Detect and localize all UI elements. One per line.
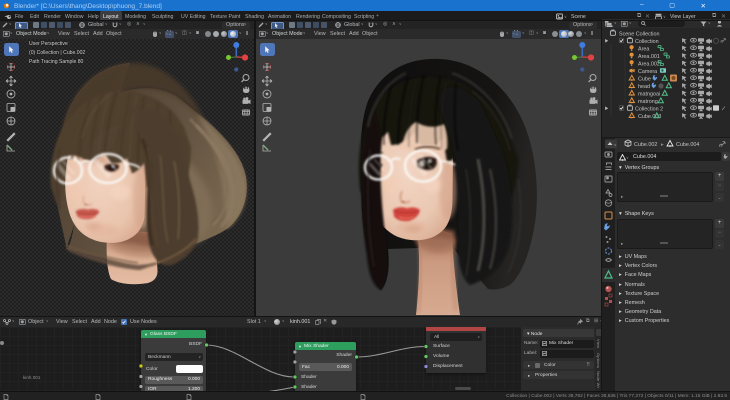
svg-text:Scene Collection: Scene Collection [619,31,659,37]
svg-text:Camera: Camera [638,69,657,75]
svg-text:Cube.002: Cube.002 [634,142,657,148]
svg-text:matrong: matrong [638,99,658,105]
svg-text:∨: ∨ [626,155,629,160]
svg-text:Collection: Collection [635,39,659,45]
svg-text:Collection 2: Collection 2 [635,106,663,112]
svg-text:▸: ▸ [661,142,664,148]
svg-text:head: head [638,84,650,90]
svg-text:Area.001: Area.001 [638,54,660,60]
svg-text:∨: ∨ [614,143,617,147]
svg-text:matngoai: matngoai [638,91,660,97]
svg-text:Area.002: Area.002 [638,61,660,67]
svg-text:Cube.004: Cube.004 [676,142,699,148]
svg-text:Area: Area [638,46,649,52]
svg-text:Cube: Cube [638,76,651,82]
